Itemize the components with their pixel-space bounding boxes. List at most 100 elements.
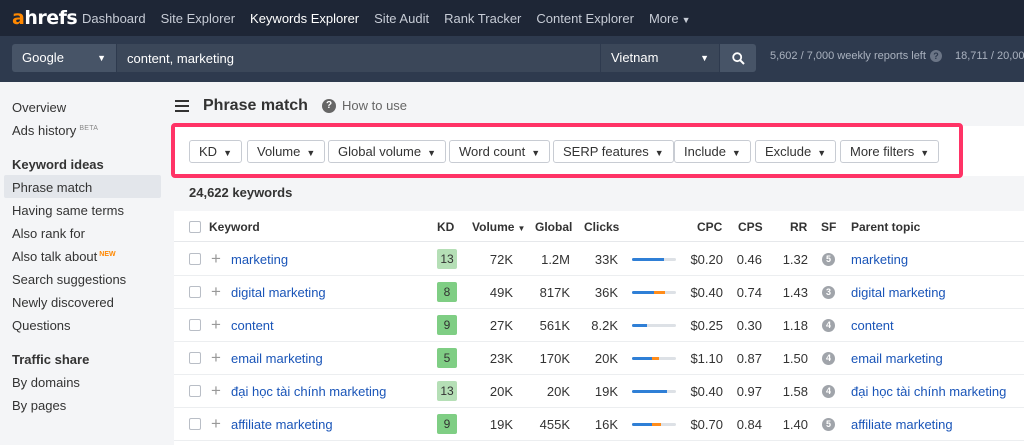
serp-features-badge[interactable]: 3 xyxy=(822,286,835,299)
nav-dashboard[interactable]: Dashboard xyxy=(82,11,146,26)
col-cpc[interactable]: CPC xyxy=(697,220,722,234)
plus-icon[interactable]: + xyxy=(211,316,221,333)
col-clicks[interactable]: Clicks xyxy=(584,220,619,234)
sidebar-item-by-domains[interactable]: By domains xyxy=(12,375,80,390)
keyword-link[interactable]: email marketing xyxy=(231,351,323,366)
search-engine-select[interactable]: Google ▼ xyxy=(12,44,116,72)
ahrefs-logo[interactable]: ahrefs xyxy=(12,8,82,28)
sidebar-item-overview[interactable]: Overview xyxy=(12,100,66,115)
col-cps[interactable]: CPS xyxy=(738,220,763,234)
plus-icon[interactable]: + xyxy=(211,349,221,366)
sidebar-item-questions[interactable]: Questions xyxy=(12,318,71,333)
clicks-paid-segment xyxy=(652,423,661,426)
global-value: 20K xyxy=(546,384,570,399)
help-icon[interactable]: ? xyxy=(929,50,942,62)
select-all-checkbox[interactable] xyxy=(189,221,201,233)
parent-topic-link[interactable]: digital marketing xyxy=(851,285,946,300)
menu-icon[interactable] xyxy=(175,100,189,112)
clicks-paid-segment xyxy=(654,291,665,294)
col-keyword[interactable]: Keyword xyxy=(209,220,260,234)
row-checkbox[interactable] xyxy=(189,385,201,397)
kd-badge: 9 xyxy=(437,315,457,335)
col-kd[interactable]: KD xyxy=(437,220,454,234)
parent-topic-link[interactable]: đại học tài chính marketing xyxy=(851,384,1006,399)
weekly-reports-counter: 5,602 / 7,000 weekly reports left? xyxy=(770,50,942,62)
nav-more[interactable]: More ▼ xyxy=(649,11,691,26)
cps-value: 0.97 xyxy=(736,384,762,399)
clicks-value: 19K xyxy=(594,384,618,399)
sidebar-item-ads-history[interactable]: Ads history BETA xyxy=(12,123,98,138)
clicks-organic-segment xyxy=(632,324,647,327)
search-bar: Google ▼ Vietnam ▼ 5,602 / 7,000 weekly … xyxy=(0,36,1024,82)
col-parent-topic[interactable]: Parent topic xyxy=(851,220,920,234)
parent-topic-link[interactable]: marketing xyxy=(851,252,908,267)
clicks-value: 8.2K xyxy=(591,318,618,333)
sidebar-item-search-suggestions[interactable]: Search suggestions xyxy=(12,272,126,287)
nav-rank-tracker[interactable]: Rank Tracker xyxy=(444,11,521,26)
plus-icon[interactable]: + xyxy=(211,415,221,432)
plus-icon[interactable]: + xyxy=(211,283,221,300)
reports-counter-secondary: 18,711 / 20,000 xyxy=(955,50,1024,62)
col-volume[interactable]: Volume ▼ xyxy=(472,220,525,234)
cpc-value: $0.40 xyxy=(690,384,723,399)
sidebar-item-by-pages[interactable]: By pages xyxy=(12,398,66,413)
cpc-value: $0.20 xyxy=(690,252,723,267)
clicks-value: 33K xyxy=(594,252,618,267)
keyword-link[interactable]: marketing xyxy=(231,252,288,267)
col-rr[interactable]: RR xyxy=(790,220,807,234)
serp-features-badge[interactable]: 4 xyxy=(822,385,835,398)
sidebar-item-having-same-terms[interactable]: Having same terms xyxy=(12,203,124,218)
cpc-value: $1.10 xyxy=(690,351,723,366)
sidebar-item-newly-discovered[interactable]: Newly discovered xyxy=(12,295,114,310)
rr-value: 1.50 xyxy=(782,351,808,366)
search-icon xyxy=(731,51,745,65)
rr-value: 1.58 xyxy=(782,384,808,399)
country-select[interactable]: Vietnam ▼ xyxy=(601,44,719,72)
serp-features-badge[interactable]: 4 xyxy=(822,352,835,365)
row-checkbox[interactable] xyxy=(189,418,201,430)
col-sf[interactable]: SF xyxy=(821,220,836,234)
row-checkbox[interactable] xyxy=(189,253,201,265)
cpc-value: $0.25 xyxy=(690,318,723,333)
nav-site-audit[interactable]: Site Audit xyxy=(374,11,429,26)
parent-topic-link[interactable]: email marketing xyxy=(851,351,943,366)
caret-down-icon: ▼ xyxy=(97,53,106,63)
parent-topic-link[interactable]: content xyxy=(851,318,894,333)
nav-content-explorer[interactable]: Content Explorer xyxy=(536,11,634,26)
serp-features-badge[interactable]: 5 xyxy=(822,418,835,431)
row-checkbox[interactable] xyxy=(189,286,201,298)
plus-icon[interactable]: + xyxy=(211,250,221,267)
sidebar-item-phrase-match[interactable]: Phrase match xyxy=(12,180,92,195)
global-value: 817K xyxy=(539,285,570,300)
keyword-link[interactable]: đại học tài chính marketing xyxy=(231,384,386,399)
how-to-use-link[interactable]: ? How to use xyxy=(322,98,407,113)
clicks-bar xyxy=(632,357,676,360)
sort-desc-icon: ▼ xyxy=(517,224,526,233)
row-checkbox[interactable] xyxy=(189,319,201,331)
section-keyword-ideas: Keyword ideas xyxy=(12,157,104,172)
volume-value: 23K xyxy=(489,351,513,366)
nav-keywords-explorer[interactable]: Keywords Explorer xyxy=(250,11,359,26)
keywords-table: Keyword KD Volume ▼ Global Clicks CPC CPS… xyxy=(174,211,1024,445)
global-value: 561K xyxy=(539,318,570,333)
row-checkbox[interactable] xyxy=(189,352,201,364)
col-global[interactable]: Global xyxy=(535,220,572,234)
serp-features-badge[interactable]: 5 xyxy=(822,253,835,266)
table-row: + digital marketing 8 49K 817K 36K $0.40 0.74 1.… xyxy=(174,276,1024,309)
plus-icon[interactable]: + xyxy=(211,382,221,399)
search-button[interactable] xyxy=(720,44,756,72)
volume-value: 19K xyxy=(489,417,513,432)
rr-value: 1.32 xyxy=(782,252,808,267)
keyword-link[interactable]: digital marketing xyxy=(231,285,326,300)
keyword-link[interactable]: content xyxy=(231,318,274,333)
nav-site-explorer[interactable]: Site Explorer xyxy=(161,11,235,26)
cps-value: 0.30 xyxy=(736,318,762,333)
keyword-query-input[interactable] xyxy=(117,44,600,72)
serp-features-badge[interactable]: 4 xyxy=(822,319,835,332)
parent-topic-link[interactable]: affiliate marketing xyxy=(851,417,953,432)
rr-value: 1.43 xyxy=(782,285,808,300)
sidebar-item-also-rank-for[interactable]: Also rank for xyxy=(12,226,85,241)
sidebar-item-also-talk-about[interactable]: Also talk about NEW xyxy=(12,249,116,264)
clicks-value: 36K xyxy=(594,285,618,300)
keyword-link[interactable]: affiliate marketing xyxy=(231,417,333,432)
